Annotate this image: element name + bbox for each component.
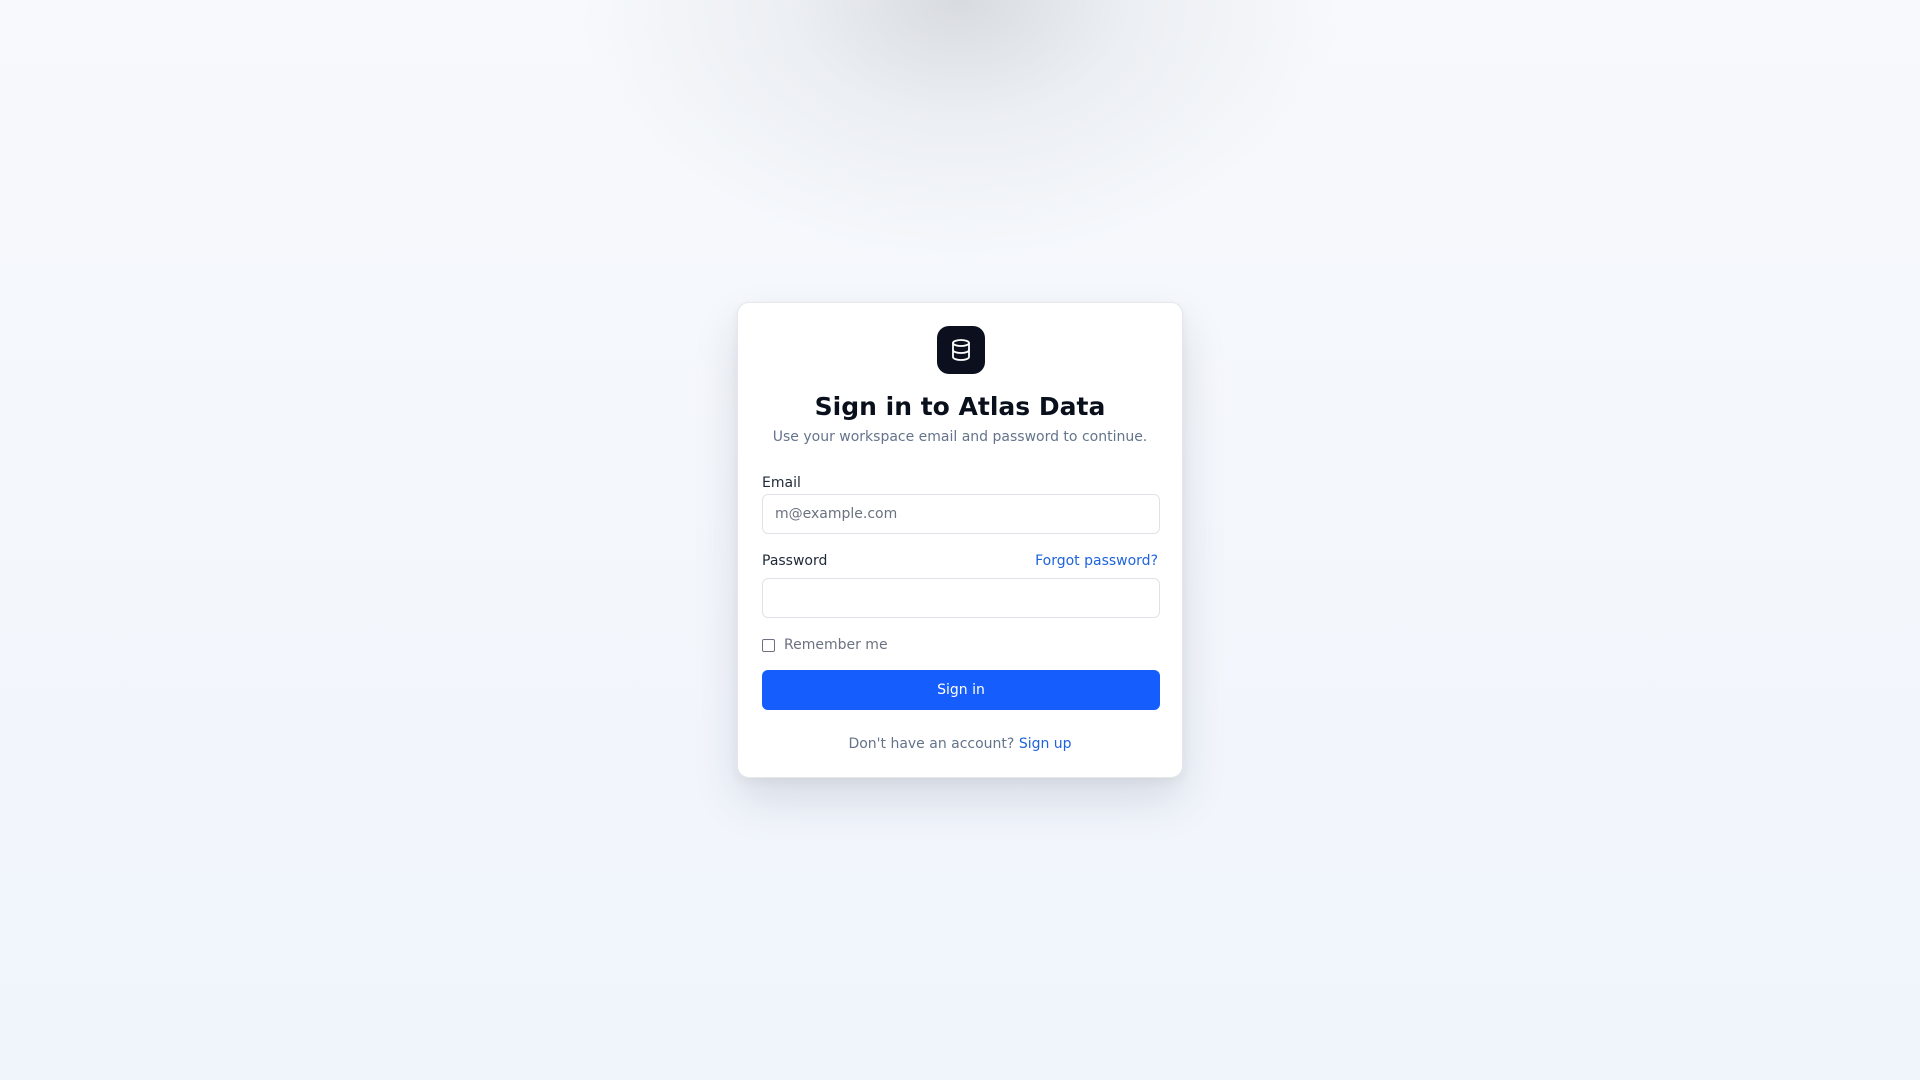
- sign-up-link[interactable]: Sign up: [1019, 736, 1072, 752]
- signup-prompt-text: Don't have an account?: [848, 736, 1015, 752]
- sign-in-button[interactable]: Sign in: [762, 670, 1160, 710]
- remember-me: Remember me: [762, 635, 888, 655]
- database-icon: [937, 326, 985, 374]
- page-subtitle: Use your workspace email and password to…: [772, 429, 1148, 445]
- email-label: Email: [762, 475, 801, 491]
- page-title: Sign in to Atlas Data: [814, 392, 1106, 421]
- email-field[interactable]: [762, 494, 1160, 534]
- remember-me-checkbox[interactable]: [762, 638, 775, 652]
- remember-me-label[interactable]: Remember me: [784, 635, 888, 655]
- password-label: Password: [762, 553, 828, 569]
- password-field[interactable]: [762, 578, 1160, 618]
- forgot-password-link[interactable]: Forgot password?: [1035, 551, 1158, 571]
- sign-in-card: Sign in to Atlas Data Use your workspace…: [737, 302, 1183, 778]
- signup-prompt: Don't have an account? Sign up: [738, 734, 1182, 754]
